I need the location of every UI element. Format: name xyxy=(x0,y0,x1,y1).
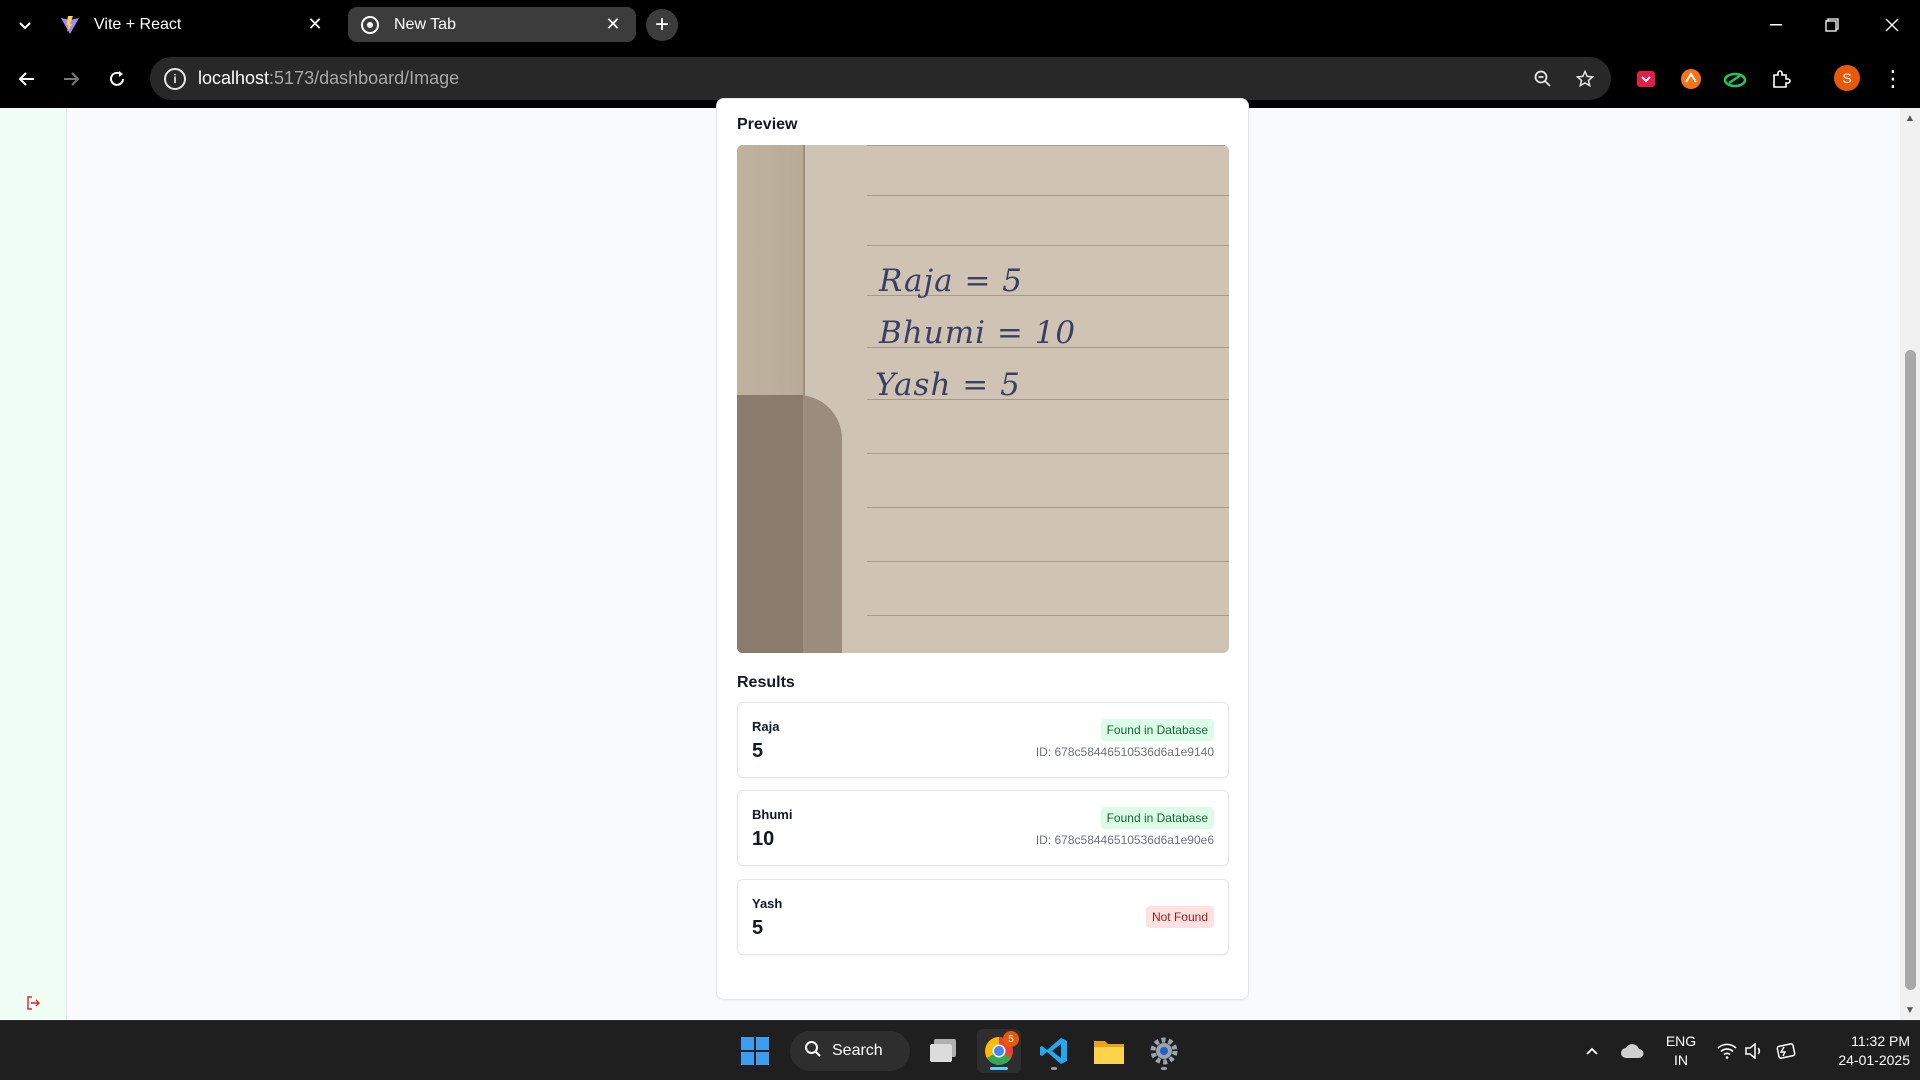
browser-menu-icon[interactable]: ⋮ xyxy=(1880,64,1906,94)
scroll-up-arrow-icon[interactable]: ▲ xyxy=(1904,112,1916,124)
vscode-taskbar-icon[interactable] xyxy=(1032,1029,1076,1073)
status-badge: Not Found xyxy=(1145,906,1214,928)
close-tab-icon[interactable]: ✕ xyxy=(304,14,326,36)
settings-gear-icon[interactable] xyxy=(1142,1029,1186,1073)
file-explorer-icon[interactable] xyxy=(1087,1029,1131,1073)
site-info-icon[interactable]: i xyxy=(164,67,186,90)
tab-new-tab[interactable]: New Tab ✕ xyxy=(348,7,636,42)
status-badge: Found in Database xyxy=(1100,719,1214,741)
handwritten-line: Raja = 5 xyxy=(879,263,1024,299)
reload-icon[interactable] xyxy=(100,62,134,96)
orange-extension-icon[interactable] xyxy=(1676,64,1706,94)
profile-avatar[interactable]: S xyxy=(1834,65,1860,91)
notification-badge: 5 xyxy=(1003,1031,1019,1047)
windows-taskbar: Search 5 ENG IN 11:32 PM 24-01-2025 xyxy=(0,1020,1920,1080)
result-name: Yash xyxy=(752,896,783,911)
chrome-taskbar-icon[interactable]: 5 xyxy=(977,1029,1021,1073)
new-tab-plus-icon[interactable]: + xyxy=(646,9,678,41)
image-analysis-panel: Preview Raja = 5 Bhumi = 10 Yash = 5 Res… xyxy=(716,98,1249,1000)
result-card: Raja 5 Found in Database ID: 678c5844651… xyxy=(737,702,1229,778)
scrollbar-thumb[interactable] xyxy=(1905,350,1916,990)
show-hidden-icons-chevron-icon[interactable] xyxy=(1580,1039,1604,1063)
windows-start-icon[interactable] xyxy=(733,1029,777,1073)
url-text: localhost:5173/dashboard/Image xyxy=(198,68,460,88)
close-window-icon[interactable] xyxy=(1864,0,1920,50)
tab-search-chevron-icon[interactable] xyxy=(12,12,38,38)
search-icon xyxy=(804,1040,822,1063)
minimize-icon[interactable] xyxy=(1748,0,1804,50)
taskbar-search-button[interactable]: Search xyxy=(790,1031,910,1071)
result-card: Yash 5 Not Found xyxy=(737,879,1229,955)
clock-date: 24-01-2025 xyxy=(1838,1052,1910,1068)
handwritten-line: Yash = 5 xyxy=(875,367,1021,403)
language-indicator[interactable]: ENG IN xyxy=(1660,1032,1702,1070)
result-id: ID: 678c58446510536d6a1e9140 xyxy=(1035,745,1214,759)
forward-arrow-icon[interactable] xyxy=(54,62,88,96)
close-tab-icon[interactable]: ✕ xyxy=(602,14,624,36)
battery-icon[interactable] xyxy=(1774,1039,1798,1063)
result-card: Bhumi 10 Found in Database ID: 678c58446… xyxy=(737,790,1229,866)
result-value: 5 xyxy=(752,917,764,939)
wifi-icon[interactable] xyxy=(1715,1039,1739,1063)
green-extension-icon[interactable] xyxy=(1720,64,1750,94)
browser-tab-bar: Vite + React ✕ New Tab ✕ + xyxy=(0,0,1920,50)
page-viewport: Preview Raja = 5 Bhumi = 10 Yash = 5 Res… xyxy=(0,98,1900,1020)
clock[interactable]: 11:32 PM 24-01-2025 xyxy=(1810,1032,1910,1070)
extensions-puzzle-icon[interactable] xyxy=(1766,64,1796,94)
result-id: ID: 678c58446510536d6a1e90e6 xyxy=(1035,833,1214,847)
scroll-down-arrow-icon[interactable]: ▼ xyxy=(1904,1004,1916,1016)
tab-title: New Tab xyxy=(394,15,456,33)
address-bar[interactable]: i localhost:5173/dashboard/Image xyxy=(150,57,1611,100)
page-scrollbar[interactable]: ▲ ▼ xyxy=(1900,108,1920,1020)
clock-time: 11:32 PM xyxy=(1851,1033,1910,1049)
logout-icon[interactable] xyxy=(24,994,42,1012)
task-view-icon[interactable] xyxy=(922,1029,966,1073)
result-value: 5 xyxy=(752,740,764,762)
bookmark-star-icon[interactable] xyxy=(1571,65,1599,93)
preview-image: Raja = 5 Bhumi = 10 Yash = 5 xyxy=(737,145,1229,653)
onedrive-cloud-icon[interactable] xyxy=(1620,1039,1644,1063)
chrome-logo-icon xyxy=(360,15,380,35)
back-arrow-icon[interactable] xyxy=(10,62,44,96)
result-value: 10 xyxy=(752,828,775,850)
dashboard-sidebar xyxy=(0,108,67,1020)
pocket-extension-icon[interactable] xyxy=(1631,64,1661,94)
status-badge: Found in Database xyxy=(1100,807,1214,829)
volume-icon[interactable] xyxy=(1742,1039,1766,1063)
result-name: Bhumi xyxy=(752,807,793,822)
search-label: Search xyxy=(832,1042,883,1059)
restore-icon[interactable] xyxy=(1804,0,1860,50)
zoom-icon[interactable] xyxy=(1529,65,1557,93)
results-heading: Results xyxy=(737,674,795,691)
handwritten-line: Bhumi = 10 xyxy=(879,315,1077,351)
result-name: Raja xyxy=(752,719,780,734)
tab-title: Vite + React xyxy=(94,15,182,33)
tab-vite-react[interactable]: Vite + React ✕ xyxy=(48,7,338,42)
vite-logo-icon xyxy=(60,15,80,35)
preview-heading: Preview xyxy=(737,116,798,133)
